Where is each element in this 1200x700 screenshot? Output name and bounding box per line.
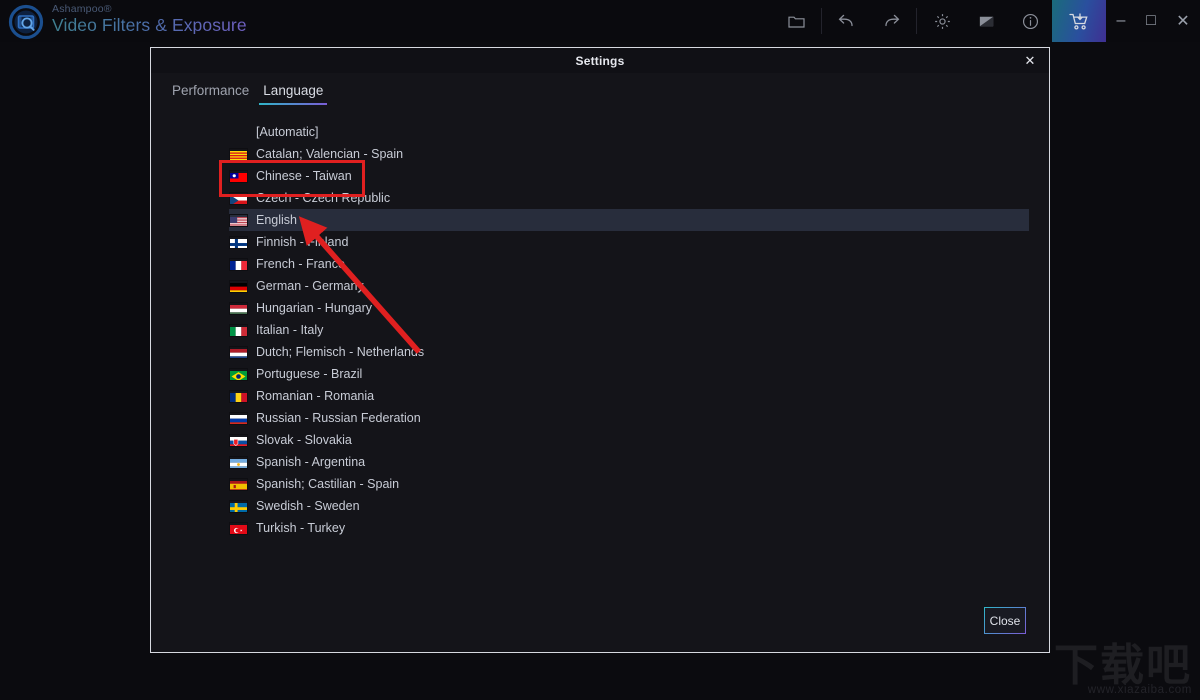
toolbar-divider (821, 8, 822, 34)
language-list-item[interactable]: Italian - Italy (229, 319, 1029, 341)
language-list-item[interactable]: Dutch; Flemisch - Netherlands (229, 341, 1029, 363)
close-button[interactable]: Close (984, 607, 1026, 634)
maximize-icon[interactable]: □ (1136, 0, 1166, 42)
dialog-tabs: Performance Language (168, 81, 328, 105)
site-watermark: 下载吧 www.xiazaiba.com (1054, 640, 1192, 696)
flag-icon-romania (229, 389, 248, 403)
language-list-item[interactable]: Catalan; Valencian - Spain (229, 143, 1029, 165)
language-label: Chinese - Taiwan (256, 169, 352, 183)
language-label: Czech - Czech Republic (256, 191, 391, 205)
language-list-item[interactable]: German - Germany (229, 275, 1029, 297)
language-label: Hungarian - Hungary (256, 301, 373, 315)
dialog-titlebar: Settings ✕ (151, 48, 1049, 73)
language-label: Russian - Russian Federation (256, 411, 421, 425)
flag-icon-catalonia (229, 147, 248, 161)
flag-icon-russia (229, 411, 248, 425)
language-label: Finnish - Finland (256, 235, 349, 249)
language-list-item[interactable]: French - France (229, 253, 1029, 275)
flag-icon-hungary (229, 301, 248, 315)
flag-icon-usa (229, 213, 248, 227)
contrast-icon[interactable] (964, 0, 1008, 42)
flag-icon-czech (229, 191, 248, 205)
language-list-item[interactable]: Russian - Russian Federation (229, 407, 1029, 429)
dialog-title: Settings (575, 53, 625, 68)
language-list-item[interactable]: Czech - Czech Republic (229, 187, 1029, 209)
titlebar-toolbar: – □ ✕ (774, 0, 1200, 42)
language-list-item[interactable]: Chinese - Taiwan (229, 165, 1029, 187)
flag-icon-argentina (229, 455, 248, 469)
undo-icon[interactable] (825, 0, 869, 42)
language-label: Spanish; Castilian - Spain (256, 477, 400, 491)
language-label: Spanish - Argentina (256, 455, 366, 469)
app-brand: Ashampoo® Video Filters & Exposure (52, 4, 247, 34)
language-label: French - France (256, 257, 345, 271)
flag-icon-netherlands (229, 345, 248, 359)
language-list-item[interactable]: Spanish - Argentina (229, 451, 1029, 473)
toolbar-divider (916, 8, 917, 34)
language-list[interactable]: [Automatic] Catalan; Valencian - Spain Chi… (229, 121, 1029, 539)
language-list-item[interactable]: English (229, 209, 1029, 231)
language-label: Portuguese - Brazil (256, 367, 363, 381)
language-list-item[interactable]: Hungarian - Hungary (229, 297, 1029, 319)
language-label: Slovak - Slovakia (256, 433, 352, 447)
app-titlebar: Ashampoo® Video Filters & Exposure – □ ✕ (0, 0, 1200, 42)
flag-icon-taiwan (229, 169, 248, 183)
dialog-close-icon[interactable]: ✕ (1017, 48, 1043, 73)
language-list-item[interactable]: Swedish - Sweden (229, 495, 1029, 517)
language-label: Catalan; Valencian - Spain (256, 147, 404, 161)
brand-superscript: Ashampoo® (52, 3, 112, 15)
watermark-text: 下载吧 (1054, 640, 1192, 692)
language-list-item[interactable]: Spanish; Castilian - Spain (229, 473, 1029, 495)
watermark-url: www.xiazaiba.com (1087, 684, 1192, 696)
tab-performance[interactable]: Performance (168, 81, 253, 105)
flag-icon-turkey (229, 521, 248, 535)
language-list-item[interactable]: [Automatic] (229, 121, 1029, 143)
flag-icon-italy (229, 323, 248, 337)
language-list-item[interactable]: Turkish - Turkey (229, 517, 1029, 539)
language-label: Swedish - Sweden (256, 499, 360, 513)
language-label: English (256, 213, 297, 227)
application-window: Ashampoo® Video Filters & Exposure – □ ✕… (0, 0, 1200, 700)
folder-icon[interactable] (774, 0, 818, 42)
language-list-item[interactable]: Slovak - Slovakia (229, 429, 1029, 451)
language-label: Turkish - Turkey (256, 521, 346, 535)
tab-language[interactable]: Language (259, 81, 328, 105)
close-icon[interactable]: ✕ (1166, 0, 1200, 42)
language-label: German - Germany (256, 279, 364, 293)
language-label: Dutch; Flemisch - Netherlands (256, 345, 425, 359)
settings-dialog: Settings ✕ Performance Language [Automat… (150, 47, 1050, 653)
gear-icon[interactable] (920, 0, 964, 42)
brand-product-name: Video Filters & Exposure (52, 14, 247, 35)
flag-icon-none (229, 126, 248, 139)
flag-icon-sweden (229, 499, 248, 513)
flag-icon-finland (229, 235, 248, 249)
app-logo-icon (8, 4, 44, 40)
info-icon[interactable] (1008, 0, 1052, 42)
language-label: Romanian - Romania (256, 389, 375, 403)
flag-icon-brazil (229, 367, 248, 381)
language-list-item[interactable]: Romanian - Romania (229, 385, 1029, 407)
language-list-item[interactable]: Portuguese - Brazil (229, 363, 1029, 385)
minimize-icon[interactable]: – (1106, 0, 1136, 42)
flag-icon-germany (229, 279, 248, 293)
cart-icon[interactable] (1052, 0, 1106, 42)
redo-icon[interactable] (869, 0, 913, 42)
language-label: Italian - Italy (256, 323, 324, 337)
language-list-item[interactable]: Finnish - Finland (229, 231, 1029, 253)
flag-icon-spain (229, 477, 248, 491)
language-label: [Automatic] (256, 125, 319, 139)
flag-icon-france (229, 257, 248, 271)
flag-icon-slovakia (229, 433, 248, 447)
